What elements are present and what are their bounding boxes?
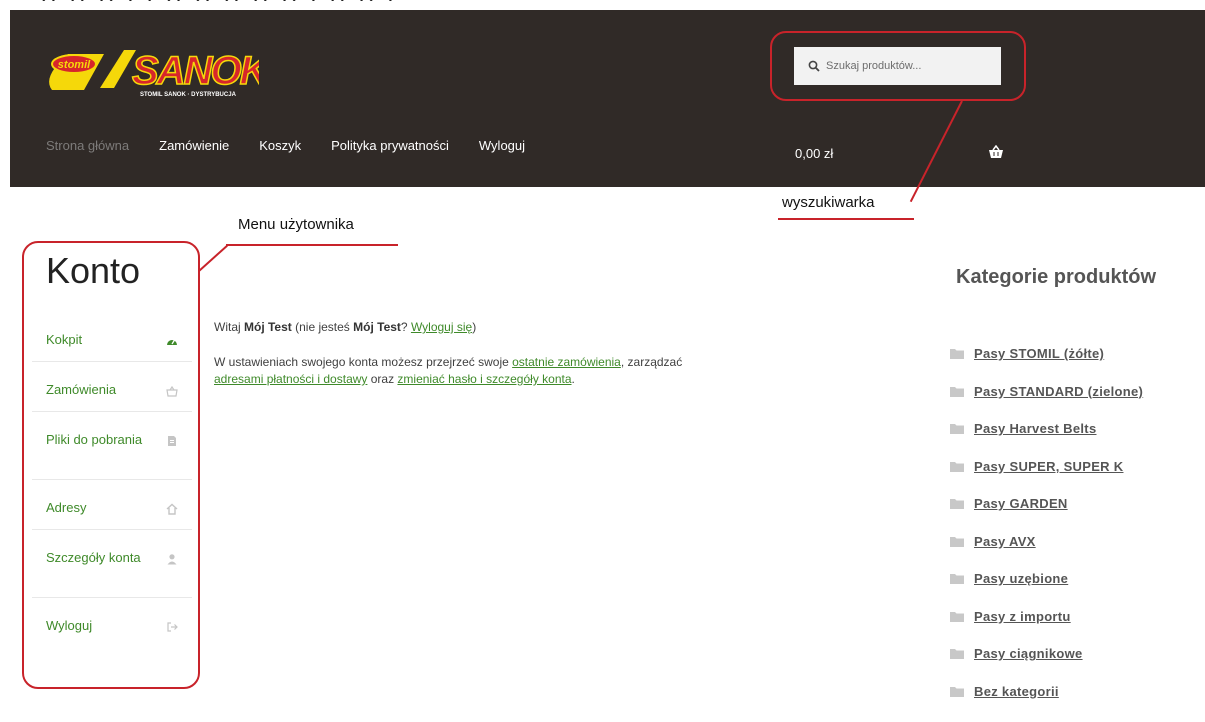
folder-icon (950, 349, 964, 360)
menu-pointer-line (198, 244, 228, 272)
account-details-link[interactable]: zmieniać hasło i szczegóły konta (397, 372, 571, 386)
folder-icon (950, 461, 964, 472)
account-menu-label[interactable]: Wyloguj (46, 616, 92, 636)
dashboard-description: W ustawieniach swojego konta możesz prze… (214, 354, 734, 388)
dashboard-icon (167, 339, 177, 345)
account-menu-item-addresses[interactable]: Adresy (32, 480, 192, 530)
search-label-underline (778, 218, 914, 220)
account-menu-label[interactable]: Kokpit (46, 330, 82, 350)
greeting-end: ) (472, 320, 477, 334)
account-menu-label[interactable]: Adresy (46, 498, 86, 518)
basket-icon (166, 385, 178, 397)
folder-icon (950, 611, 964, 622)
search-highlight-annotation (770, 31, 1026, 101)
category-link[interactable]: Pasy ciągnikowe (974, 646, 1083, 661)
folder-icon (950, 386, 964, 397)
nav-privacy-policy[interactable]: Polityka prywatności (331, 138, 449, 153)
account-menu-item-account-details[interactable]: Szczegóły konta (32, 530, 192, 598)
category-link[interactable]: Pasy STOMIL (żółte) (974, 346, 1104, 361)
account-menu-item-orders[interactable]: Zamówienia (32, 362, 192, 412)
category-item: Bez kategorii (950, 673, 1143, 711)
account-menu-label[interactable]: Szczegóły konta (46, 548, 141, 568)
account-menu-label[interactable]: Pliki do pobrania (46, 430, 142, 450)
folder-icon (950, 574, 964, 585)
category-link[interactable]: Pasy STANDARD (zielone) (974, 384, 1143, 399)
account-menu-item-downloads[interactable]: Pliki do pobrania (32, 412, 192, 480)
account-menu-item-dashboard[interactable]: Kokpit (32, 312, 192, 362)
greeting-prefix: Witaj (214, 320, 244, 334)
description-text: . (571, 372, 575, 386)
category-item: Pasy Harvest Belts (950, 410, 1143, 448)
page-title: Konto (46, 250, 141, 291)
sign-out-icon (167, 622, 178, 632)
category-link[interactable]: Bez kategorii (974, 684, 1059, 699)
category-link[interactable]: Pasy SUPER, SUPER K (974, 459, 1123, 474)
folder-icon (950, 686, 964, 697)
category-item: Pasy SUPER, SUPER K (950, 448, 1143, 486)
folder-icon (950, 499, 964, 510)
user-icon (167, 554, 177, 565)
account-menu: Kokpit Zamówienia Pliki do pobrania Adre… (32, 312, 192, 648)
category-item: Pasy ciągnikowe (950, 635, 1143, 673)
product-categories-title: Kategorie produktów (956, 266, 1157, 288)
logout-link[interactable]: Wyloguj się (411, 320, 472, 334)
description-text: oraz (367, 372, 398, 386)
greeting-middle: (nie jesteś (291, 320, 354, 334)
logo-badge-text: stomil (58, 59, 91, 71)
greeting-paragraph: Witaj Mój Test (nie jesteś Mój Test? Wyl… (214, 319, 734, 336)
account-dashboard-content: Witaj Mój Test (nie jesteś Mój Test? Wyl… (214, 319, 734, 406)
cropped-top-edge: ·· ·· ·· · · ·· ·· ·· ·· ·· · ·· ·· · (0, 0, 1205, 10)
folder-icon (950, 649, 964, 660)
basket-icon[interactable] (988, 145, 1004, 159)
category-item: Pasy AVX (950, 523, 1143, 561)
folder-icon (950, 536, 964, 547)
home-icon (166, 503, 178, 515)
category-item: Pasy z importu (950, 598, 1143, 636)
logo-brand-text: SANOK (132, 49, 259, 93)
menu-annotation-label: Menu użytownika (238, 216, 354, 233)
user-name-repeat: Mój Test (353, 320, 401, 334)
search-annotation-label: wyszukiwarka (782, 194, 875, 211)
logo-tagline: STOMIL SANOK · DYSTRYBUCJA (140, 92, 237, 98)
category-link[interactable]: Pasy Harvest Belts (974, 421, 1096, 436)
nav-home[interactable]: Strona główna (46, 138, 129, 153)
recent-orders-link[interactable]: ostatnie zamówienia (512, 355, 621, 369)
stomil-sanok-logo[interactable]: stomil SANOK STOMIL SANOK · DYSTRYBUCJA (44, 44, 259, 102)
user-name: Mój Test (244, 320, 292, 334)
file-icon (168, 436, 176, 446)
account-menu-item-logout[interactable]: Wyloguj (32, 598, 192, 648)
description-text: , zarządzać (620, 355, 683, 369)
category-link[interactable]: Pasy uzębione (974, 571, 1068, 586)
product-categories-list: Pasy STOMIL (żółte) Pasy STANDARD (zielo… (950, 335, 1143, 710)
cart-total[interactable]: 0,00 zł (795, 146, 833, 161)
nav-logout[interactable]: Wyloguj (479, 138, 525, 153)
category-link[interactable]: Pasy GARDEN (974, 496, 1068, 511)
primary-nav: Strona główna Zamówienie Koszyk Polityka… (46, 138, 555, 153)
folder-icon (950, 424, 964, 435)
category-link[interactable]: Pasy AVX (974, 534, 1036, 549)
nav-order[interactable]: Zamówienie (159, 138, 229, 153)
site-header: stomil SANOK STOMIL SANOK · DYSTRYBUCJA … (10, 10, 1205, 187)
nav-cart[interactable]: Koszyk (259, 138, 301, 153)
account-menu-label[interactable]: Zamówienia (46, 380, 116, 400)
addresses-link[interactable]: adresami płatności i dostawy (214, 372, 367, 386)
menu-label-underline (226, 244, 398, 246)
category-item: Pasy GARDEN (950, 485, 1143, 523)
greeting-question: ? (400, 320, 411, 334)
category-link[interactable]: Pasy z importu (974, 609, 1071, 624)
category-item: Pasy STOMIL (żółte) (950, 335, 1143, 373)
category-item: Pasy uzębione (950, 560, 1143, 598)
category-item: Pasy STANDARD (zielone) (950, 373, 1143, 411)
description-text: W ustawieniach swojego konta możesz prze… (214, 355, 513, 369)
